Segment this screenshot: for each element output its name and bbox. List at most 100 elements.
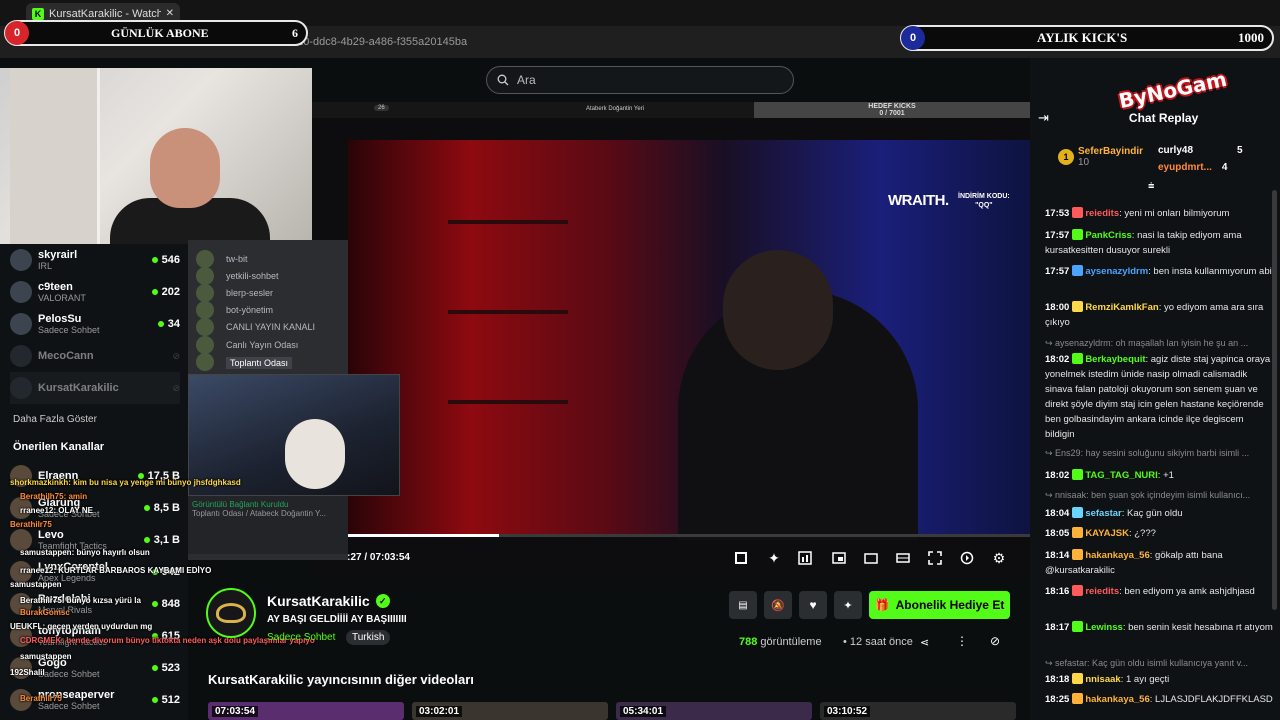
message-username[interactable]: Lewinss (1085, 622, 1123, 633)
recommended-channel[interactable]: Elraenn 17,5 B (10, 460, 180, 492)
video-thumbnail[interactable]: 05:34:01 (616, 702, 812, 720)
notification-button[interactable]: 🔕 (764, 591, 792, 619)
verified-icon: ✓ (375, 594, 390, 608)
follow-button[interactable]: ♥ (799, 591, 827, 619)
message-username[interactable]: aysenazyldrm (1085, 266, 1148, 277)
theater-icon[interactable] (862, 550, 880, 566)
search-input[interactable]: Ara (486, 66, 794, 94)
pip-icon[interactable] (830, 550, 848, 566)
language-tag[interactable]: Turkish (346, 630, 391, 645)
sidebar-channel[interactable]: MecoCann ⊘ (10, 340, 180, 372)
channel-avatar[interactable] (206, 588, 256, 638)
user-badge-icon (1072, 229, 1084, 240)
chat-filter-icon[interactable]: ⩧ (1148, 180, 1154, 193)
notes-icon: ▤ (738, 599, 748, 611)
video-category[interactable]: Sadece Sohbet (267, 632, 335, 643)
streamer-head (723, 250, 833, 370)
thumbnail-duration: 03:10:52 (824, 706, 871, 717)
collapse-chat-icon[interactable]: ⇥ (1038, 110, 1049, 126)
overlay-chat-line: shorkmazkinkh: kim bu nisa ya yenge mi b… (10, 478, 241, 487)
wide-icon[interactable] (894, 550, 912, 566)
leader-name: SeferBayindir (1078, 146, 1144, 157)
more-options-icon[interactable]: ⋮ (956, 634, 968, 648)
voice-sub: Toplantı Odası / Atabeck Doğantin Y... (192, 509, 327, 518)
chat-reply-preview: ↪ Ens29: hay sesini soluğunu sikiyim bar… (1045, 448, 1250, 458)
discord-channel[interactable]: bot-yönetim (226, 305, 273, 315)
offline-icon: ⊘ (172, 382, 180, 393)
chat-scrollbar[interactable] (1272, 190, 1277, 610)
message-timestamp: 18:00 (1045, 302, 1070, 313)
channel-text: c9teen VALORANT (38, 281, 146, 303)
video-thumbnail[interactable]: 03:02:01 (412, 702, 608, 720)
clip-icon[interactable] (732, 550, 750, 566)
message-username[interactable]: PankCriss (1085, 230, 1131, 241)
sidebar-channel[interactable]: skyrairl IRL 546 (10, 244, 180, 276)
sidebar-channel[interactable]: c9teen VALORANT 202 (10, 276, 180, 308)
video-thumbnail[interactable]: 07:03:54 (208, 702, 404, 720)
fullscreen-icon[interactable] (926, 550, 944, 566)
sparkle-icon[interactable]: ✦ (765, 550, 783, 566)
chat-messages: 17:53 reiedits: yeni mi onları bilmiyorum… (1036, 200, 1276, 720)
sparkle-icon: ✦ (843, 599, 853, 612)
discord-channel[interactable]: Toplantı Odası (226, 357, 293, 369)
progress-bar[interactable] (312, 534, 1030, 537)
message-timestamp: 18:02 (1045, 354, 1070, 365)
reply-text: sefastar: Kaç gün oldu isimli kullanıcıy… (1055, 658, 1248, 668)
message-username[interactable]: Berkaybequit (1085, 354, 1145, 365)
user-badge-icon (1072, 207, 1084, 218)
message-username[interactable]: hakankaya_56 (1085, 550, 1149, 561)
discord-channel[interactable]: yetkili-sohbet (226, 271, 279, 281)
video-player[interactable]: 26 Ataberk Doğantin Yeri HEDEF KICKS 0 /… (312, 102, 1030, 578)
channel-avatar (10, 313, 32, 335)
viewer-count: 34 (157, 318, 180, 330)
chat-message: 17:53 reiedits: yeni mi onları bilmiyorum (1045, 206, 1273, 221)
sidebar-channel[interactable]: PelosSu Sadece Sohbet 34 (10, 308, 180, 340)
other-videos-title: KursatKarakilic yayıncısının diğer video… (208, 672, 474, 687)
user-badge-icon (1072, 549, 1084, 560)
gift-sub-button[interactable]: 🎁 Abonelik Hediye Et (869, 591, 1010, 619)
viewer-count: 546 (151, 254, 180, 266)
discord-channel[interactable]: blerp-sesler (226, 288, 273, 298)
close-tab-icon[interactable]: ✕ (166, 8, 174, 19)
sparkle-button[interactable]: ✦ (834, 591, 862, 619)
discord-channel[interactable]: CANLI YAYIN KANALI (226, 322, 315, 332)
message-text: : 1 ayı geçti (1120, 674, 1170, 685)
show-more-link[interactable]: Daha Fazla Göster (13, 414, 97, 425)
sub-title: GÜNLÜK ABONE (111, 25, 209, 40)
chat-reply-preview: ↪ nnisaak: ben şuan şok içindeyim isimli… (1045, 490, 1251, 500)
message-timestamp: 18:25 (1045, 694, 1070, 705)
overlay-chat-line: Berathilh75: amin (20, 492, 88, 501)
user-badge-icon (1072, 585, 1084, 596)
overlay-chat-line: rranee12: KURTLAR BARBAROS KAYBAMI EDİYO (20, 566, 212, 575)
speed-icon[interactable] (958, 550, 976, 566)
channel-avatar (10, 281, 32, 303)
notes-button[interactable]: ▤ (729, 591, 757, 619)
chat-header: ⇥ Chat Replay (1030, 104, 1280, 132)
message-username[interactable]: nnisaak (1085, 674, 1120, 685)
message-username[interactable]: RemziKamIkFan (1085, 302, 1158, 313)
message-username[interactable]: hakankaya_56 (1085, 694, 1149, 705)
message-username[interactable]: KAYAJSK (1085, 528, 1129, 539)
hide-icon[interactable]: ⊘ (990, 634, 1000, 648)
video-thumbnail[interactable]: 03:10:52 (820, 702, 1016, 720)
message-username[interactable]: reiedits (1085, 586, 1119, 597)
channel-name[interactable]: KursatKarakilic (267, 593, 370, 609)
settings-gear-icon[interactable]: ⚙ (990, 550, 1008, 566)
discord-channel[interactable]: Canlı Yayın Odası (226, 340, 298, 350)
stats-icon[interactable] (796, 550, 814, 566)
user-badge-icon (1072, 527, 1084, 538)
share-icon[interactable]: ⋖ (920, 636, 929, 649)
reply-text: nnisaak: ben şuan şok içindeyim isimli k… (1055, 490, 1251, 500)
chat-message: 18:16 reiedits: ben ediyom ya amk ashjdhj… (1045, 584, 1273, 599)
viewer-number: 546 (161, 254, 180, 266)
message-username[interactable]: reiedits (1085, 208, 1119, 219)
daily-sub-bar: 0 GÜNLÜK ABONE 6 (4, 20, 308, 46)
voice-status: Görüntülü Bağlantı Kuruldu (192, 500, 289, 509)
discord-channel[interactable]: tw-bit (226, 254, 248, 264)
overlay-chat-line: samustappen (10, 580, 62, 589)
viewer-count: 8,5 B (143, 502, 180, 514)
sidebar-channel[interactable]: KursatKarakilic ⊘ (10, 372, 180, 404)
message-username[interactable]: sefastar (1085, 508, 1121, 519)
leader-name: eyupdmrt... (1158, 162, 1212, 173)
message-username[interactable]: TAG_TAG_NURI (1085, 470, 1157, 481)
